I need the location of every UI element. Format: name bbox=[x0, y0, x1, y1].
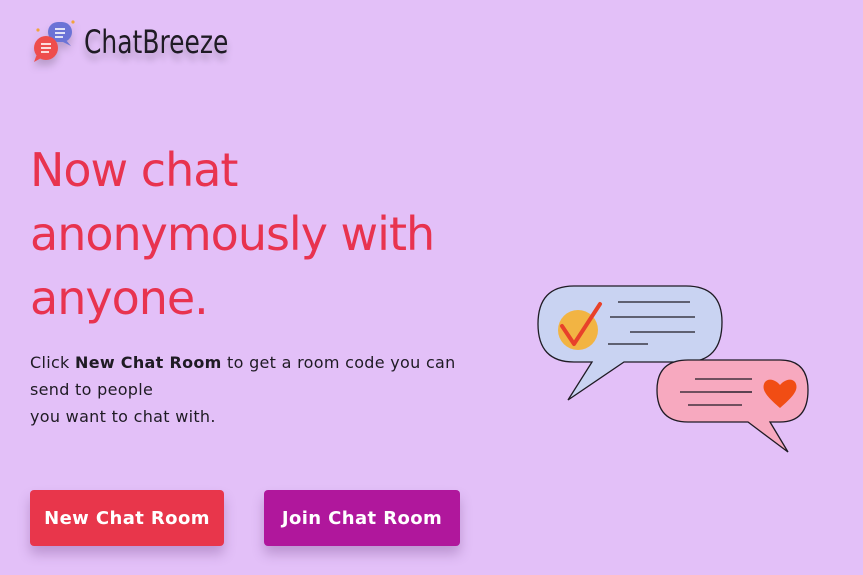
desc-line2: you want to chat with. bbox=[30, 407, 216, 426]
hero-headline: Now chat anonymously with anyone. bbox=[30, 143, 435, 325]
desc-new-room-highlight: New Chat Room bbox=[75, 353, 222, 372]
join-chat-room-button[interactable]: Join Chat Room bbox=[264, 490, 460, 546]
desc-prefix: Click bbox=[30, 353, 76, 372]
chat-bubbles-icon bbox=[34, 20, 75, 62]
chat-illustration bbox=[537, 285, 809, 453]
pink-chat-bubble bbox=[656, 359, 809, 453]
hero-description: Click New Chat Room to get a room code y… bbox=[30, 349, 470, 430]
brand-name: ChatBreeze bbox=[84, 23, 229, 61]
new-chat-room-button[interactable]: New Chat Room bbox=[30, 490, 224, 546]
brand-logo[interactable]: ChatBreeze bbox=[32, 18, 269, 66]
